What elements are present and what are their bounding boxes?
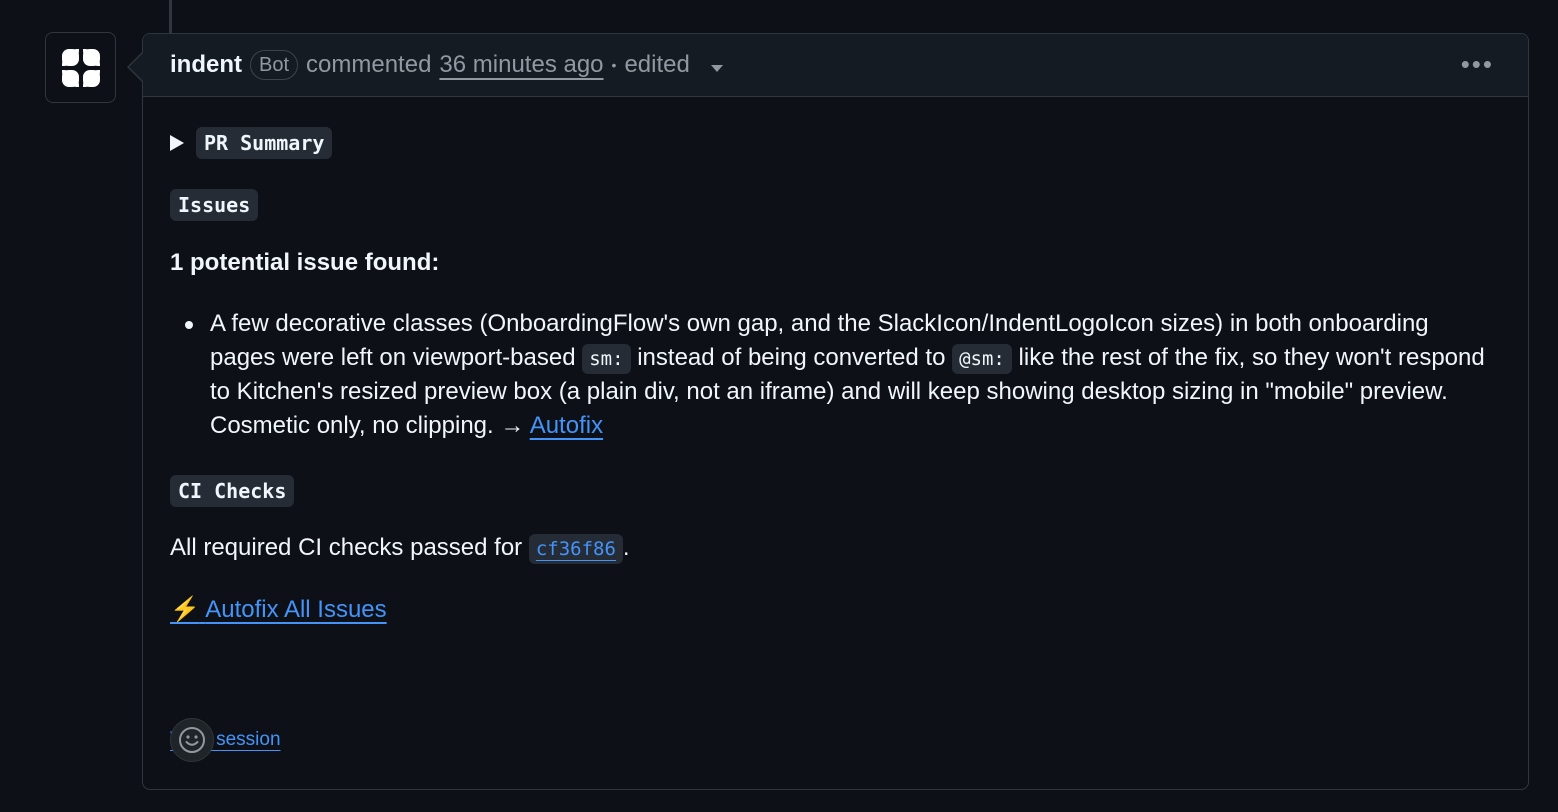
issues-heading-wrap: Issues: [170, 189, 259, 221]
edited-label: edited: [624, 51, 690, 78]
inline-code-at-sm: @sm:: [952, 344, 1012, 374]
comment-timestamp[interactable]: 36 minutes ago: [439, 51, 603, 79]
autofix-all-label: Autofix All Issues: [205, 596, 387, 623]
commit-sha-link[interactable]: cf36f86: [536, 538, 616, 560]
bot-badge: Bot: [250, 50, 299, 80]
comment-pointer-fill: [129, 52, 144, 82]
ci-heading: CI Checks: [170, 475, 295, 507]
smiley-icon: [179, 727, 205, 753]
chevron-down-icon: [710, 65, 723, 72]
timeline-line: [169, 0, 172, 34]
ci-status-text: All required CI checks passed for: [170, 534, 523, 561]
comment-box: indent Bot commented 36 minutes ago • ed…: [127, 33, 1529, 790]
ci-heading-wrap: CI Checks: [170, 475, 295, 507]
comment-header: indent Bot commented 36 minutes ago • ed…: [143, 34, 1528, 97]
inline-code-sm: sm:: [582, 344, 631, 374]
list-item: A few decorative classes (OnboardingFlow…: [170, 307, 1500, 443]
pr-summary-label: PR Summary: [196, 127, 333, 159]
issues-heading: Issues: [170, 189, 259, 221]
more-options-button[interactable]: •••: [1461, 51, 1494, 77]
ci-status: All required CI checks passed for cf36f8…: [170, 531, 630, 565]
issue-list: A few decorative classes (OnboardingFlow…: [170, 307, 1500, 443]
issue-text-2: instead of being converted to: [637, 344, 946, 371]
comment-action: commented: [306, 51, 432, 78]
bullet-icon: [185, 321, 193, 329]
triangle-right-icon: [170, 135, 184, 151]
edited-menu[interactable]: edited: [624, 51, 723, 79]
autofix-link[interactable]: Autofix: [530, 412, 603, 439]
commit-sha: cf36f86: [528, 534, 623, 564]
autofix-all-link[interactable]: ⚡ Autofix All Issues: [170, 596, 387, 623]
separator: •: [611, 57, 617, 73]
issues-count: 1 potential issue found:: [170, 249, 440, 276]
add-reaction-button[interactable]: [170, 718, 214, 762]
ci-period: .: [622, 534, 630, 561]
author-name[interactable]: indent: [170, 51, 242, 79]
indent-logo-icon: [61, 48, 100, 87]
autofix-all: ⚡ Autofix All Issues: [170, 593, 387, 627]
lightning-icon: ⚡: [170, 596, 200, 623]
avatar[interactable]: [45, 32, 116, 103]
pr-summary-details[interactable]: PR Summary: [170, 127, 333, 159]
